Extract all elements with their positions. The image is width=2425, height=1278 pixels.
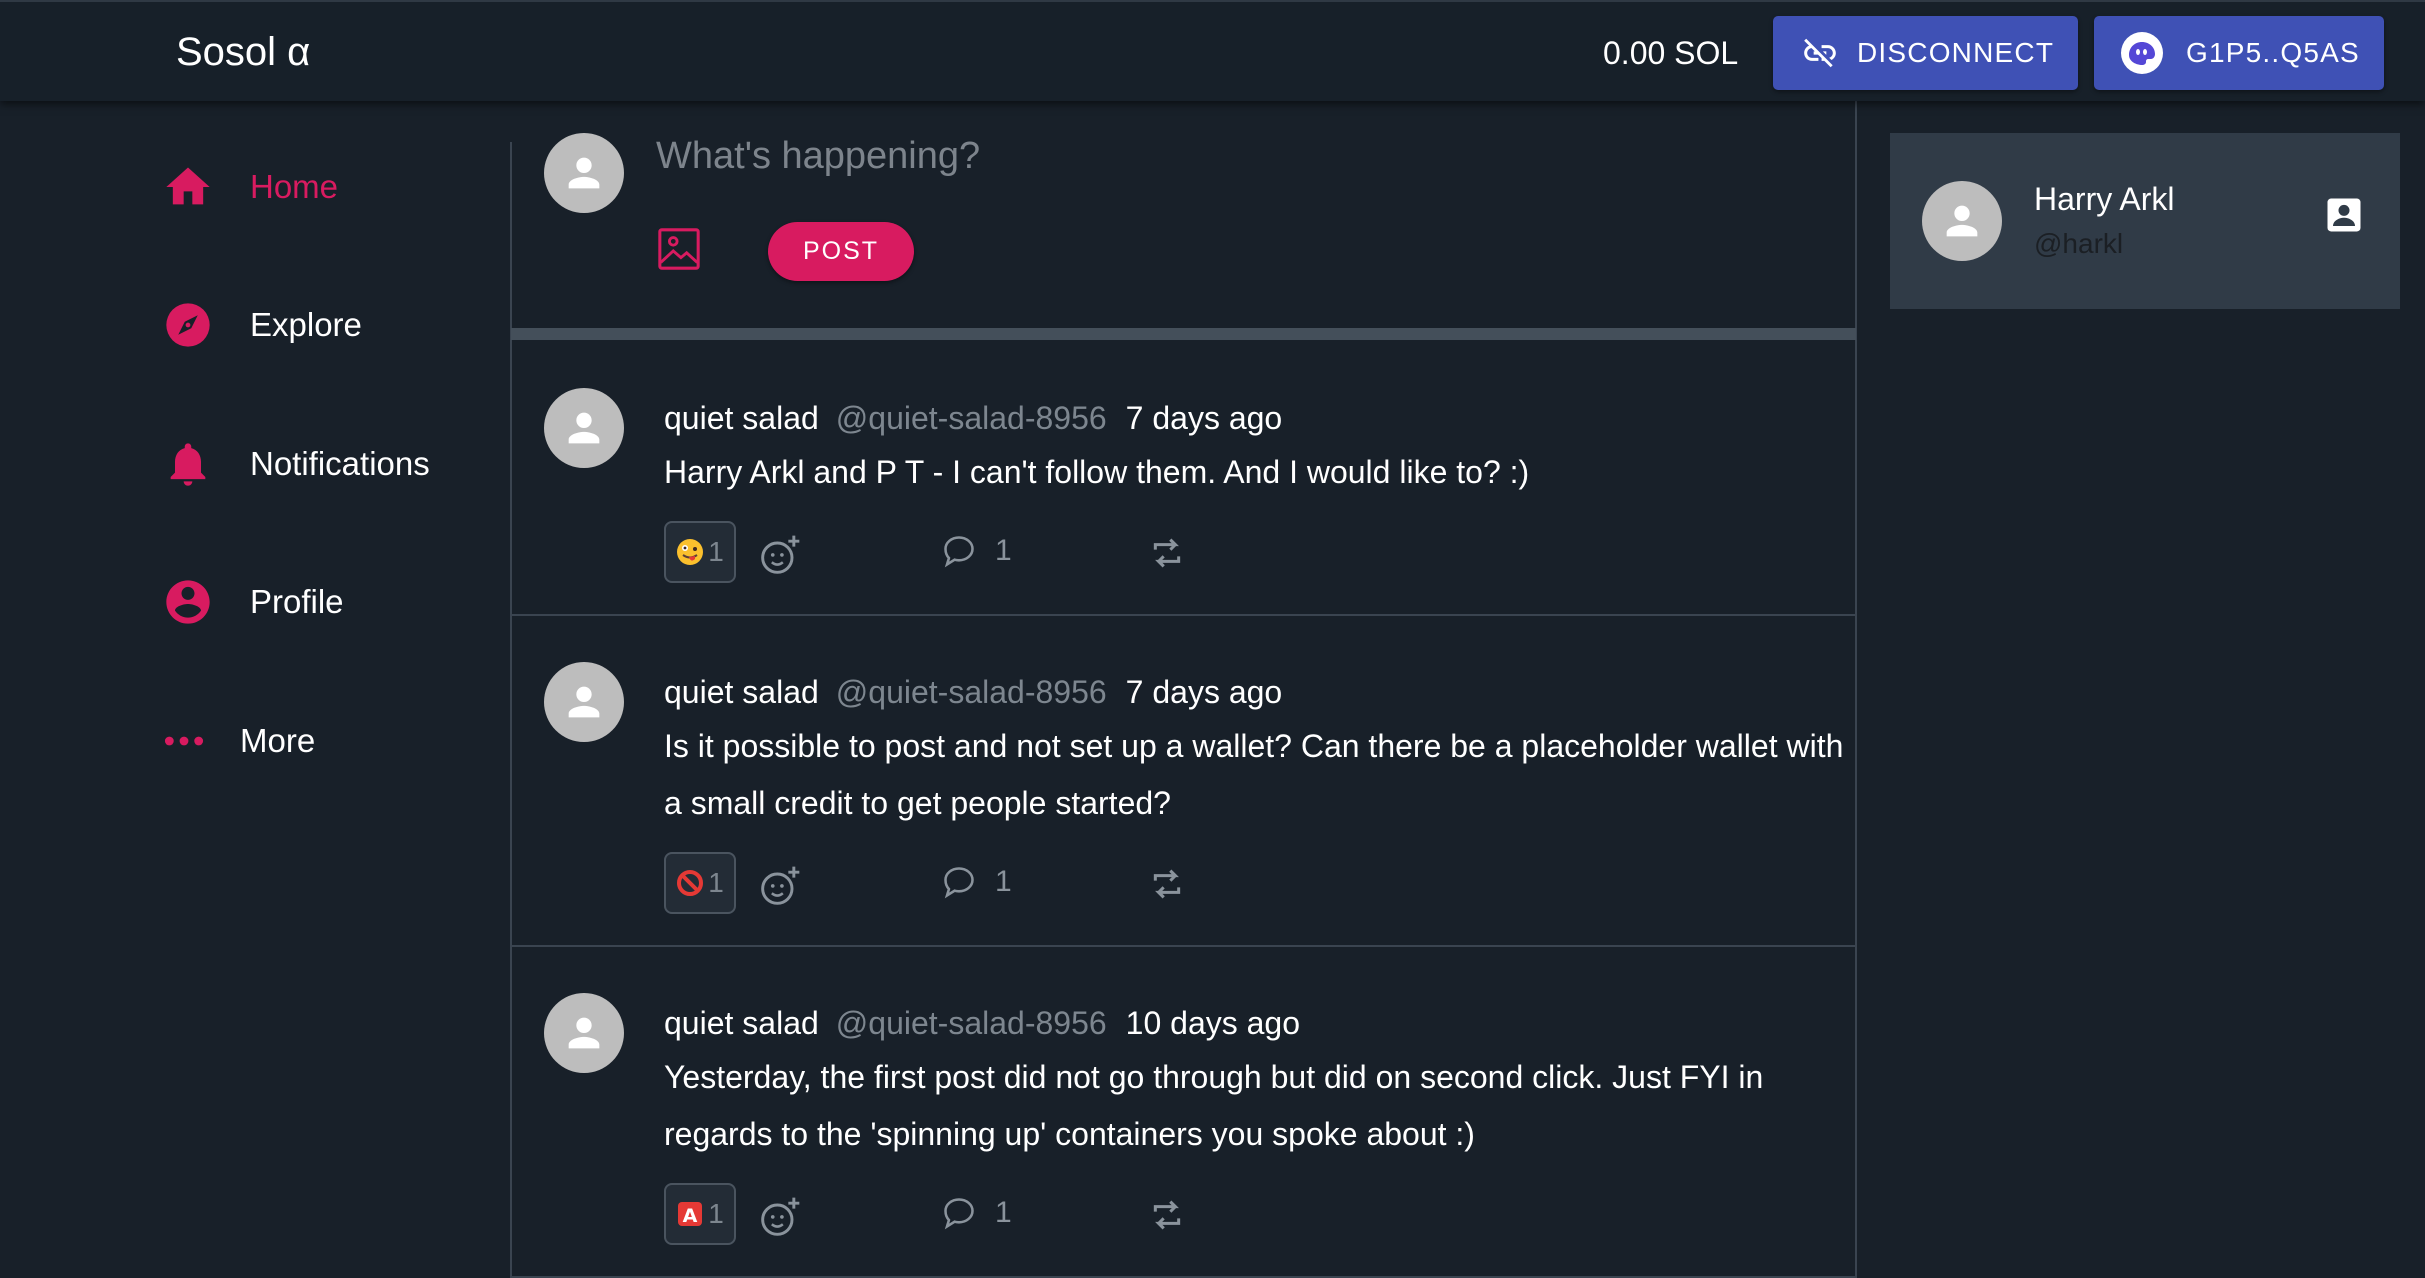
comment-count: 1 [995, 1196, 1012, 1229]
person-icon [568, 157, 600, 189]
comment-count: 1 [995, 534, 1012, 567]
person-icon [568, 412, 600, 444]
person-icon [1946, 205, 1978, 237]
reaction-chip[interactable]: 1 [664, 852, 736, 914]
more-dots-icon [164, 736, 204, 746]
nav-item-label: Home [250, 168, 339, 205]
repost-icon[interactable] [1147, 1195, 1187, 1235]
avatar [544, 133, 624, 213]
avatar[interactable] [544, 993, 624, 1073]
home-icon [166, 167, 210, 205]
post-text: Yesterday, the first post did not go thr… [664, 1059, 1764, 1152]
disconnect-label: DISCONNECT [1857, 37, 2055, 68]
post-time[interactable]: 7 days ago [1126, 670, 1283, 714]
account-circle-icon [166, 580, 210, 624]
wallet-address-label: G1P5..Q5AS [2186, 37, 2360, 68]
nav-item-explore[interactable]: Explore [162, 299, 362, 351]
post-handle[interactable]: @quiet-salad-8956 [836, 1001, 1107, 1045]
nav-item-label: Explore [250, 306, 362, 343]
post-text: Harry Arkl and P T - I can't follow them… [664, 454, 1530, 490]
post-time[interactable]: 7 days ago [1126, 396, 1283, 440]
profile-name: Harry Arkl [2034, 181, 2175, 217]
add-reaction-icon[interactable] [759, 1194, 803, 1238]
post-author[interactable]: quiet salad [664, 1001, 819, 1045]
reaction-count: 1 [708, 1198, 724, 1229]
repost-icon[interactable] [1147, 533, 1187, 573]
nav-item-profile[interactable]: Profile [162, 576, 344, 628]
image-icon[interactable] [656, 226, 702, 272]
reaction-count: 1 [708, 867, 724, 898]
avatar [1922, 181, 2002, 261]
nav-item-label: More [240, 722, 316, 759]
wallet-address-button[interactable]: G1P5..Q5AS [2094, 16, 2384, 90]
post-author[interactable]: quiet salad [664, 670, 819, 714]
comment-button[interactable]: 1 [941, 533, 1012, 569]
reaction-chip[interactable]: 1 [664, 521, 736, 583]
compose-divider [511, 328, 1856, 340]
phantom-wallet-icon [2121, 32, 2163, 74]
post-card: quiet salad @quiet-salad-8956 10 days ag… [511, 946, 1856, 1278]
svg-text:A: A [683, 1205, 698, 1227]
comment-button[interactable]: 1 [941, 1195, 1012, 1231]
reaction-chip[interactable]: A 1 [664, 1183, 736, 1245]
post-handle[interactable]: @quiet-salad-8956 [836, 396, 1107, 440]
bell-icon [170, 443, 206, 486]
reaction-count: 1 [708, 536, 724, 567]
person-icon [568, 1017, 600, 1049]
add-reaction-icon[interactable] [759, 863, 803, 907]
app-bar: Sosol α 0.00 SOL DISCONNECT G1P5..Q5AS [0, 0, 2425, 101]
post-button[interactable]: POST [768, 222, 914, 281]
comment-icon [944, 1198, 974, 1230]
avatar[interactable] [544, 388, 624, 468]
repost-icon[interactable] [1147, 864, 1187, 904]
nav-item-more[interactable]: More [162, 715, 315, 767]
post-header: quiet salad @quiet-salad-8956 10 days ag… [664, 1001, 1300, 1045]
post-card: quiet salad @quiet-salad-8956 7 days ago… [511, 341, 1856, 616]
comment-button[interactable]: 1 [941, 864, 1012, 900]
nav-item-label: Profile [250, 583, 344, 620]
profile-card[interactable]: Harry Arkl @harkl [1890, 133, 2400, 309]
zany-face-emoji-icon [677, 539, 704, 565]
post-author[interactable]: quiet salad [664, 396, 819, 440]
comment-icon [944, 867, 974, 899]
wallet-balance: 0.00 SOL [1603, 35, 1739, 71]
app-title[interactable]: Sosol α [176, 26, 310, 78]
comment-count: 1 [995, 865, 1012, 898]
comment-icon [944, 536, 974, 568]
post-text: Is it possible to post and not set up a … [664, 728, 1844, 821]
compose-input[interactable] [656, 126, 1836, 186]
link-off-icon [1804, 38, 1836, 68]
nav-item-home[interactable]: Home [162, 161, 338, 213]
a-button-emoji-icon: A [678, 1202, 703, 1227]
no-entry-sign-emoji-icon [677, 870, 704, 896]
post-card: quiet salad @quiet-salad-8956 7 days ago… [511, 615, 1856, 947]
post-handle[interactable]: @quiet-salad-8956 [836, 670, 1107, 714]
profile-handle: @harkl [2034, 228, 2124, 259]
post-time[interactable]: 10 days ago [1126, 1001, 1300, 1045]
nav-item-label: Notifications [250, 445, 430, 482]
post-header: quiet salad @quiet-salad-8956 7 days ago [664, 670, 1282, 714]
post-header: quiet salad @quiet-salad-8956 7 days ago [664, 396, 1282, 440]
contact-card-icon[interactable] [2322, 193, 2366, 237]
compass-icon [166, 303, 210, 347]
nav-item-notifications[interactable]: Notifications [162, 438, 430, 490]
disconnect-button[interactable]: DISCONNECT [1773, 16, 2078, 90]
person-icon [568, 686, 600, 718]
avatar[interactable] [544, 662, 624, 742]
add-reaction-icon[interactable] [759, 532, 803, 576]
